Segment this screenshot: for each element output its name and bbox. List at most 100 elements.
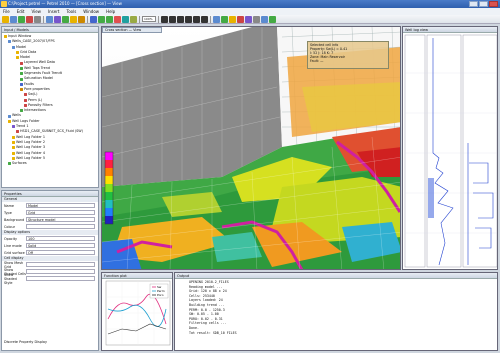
folder-icon <box>12 45 15 49</box>
folder-icon <box>12 156 15 160</box>
window-controls <box>469 1 498 7</box>
toolbar-tool-icon[interactable] <box>122 15 129 23</box>
property-value-field[interactable]: 100 <box>26 236 95 241</box>
3d-viewport[interactable]: Cross section — View Selected cell info … <box>101 26 401 270</box>
folder-icon <box>16 56 19 60</box>
toolbar-separator <box>158 15 159 23</box>
folder-icon <box>12 135 15 139</box>
colour-legend <box>104 151 114 225</box>
tree-item[interactable]: Surfaces <box>2 161 98 166</box>
property-value-field[interactable] <box>26 269 95 274</box>
property-label: Colour <box>4 224 16 229</box>
menu-item-edit[interactable]: Edit <box>17 8 25 15</box>
folder-icon <box>24 93 27 97</box>
menu-item-tools[interactable]: Tools <box>66 8 76 15</box>
property-value-field[interactable] <box>26 224 95 229</box>
tree-item-label: Intersections <box>24 108 46 113</box>
toolbar-tool-icon[interactable] <box>269 15 276 23</box>
menu-bar: File Edit View Insert Tools Window Help <box>0 8 500 15</box>
legend-label: Poro <box>157 293 164 297</box>
well-log-view[interactable]: Well log view <box>402 26 498 270</box>
toolbar-tool-icon[interactable] <box>26 15 33 23</box>
toolbar-tool-icon[interactable] <box>221 15 228 23</box>
maximize-button[interactable] <box>479 1 488 7</box>
folder-icon <box>12 146 15 150</box>
input-explorer-panel: Input / Models Input Window Wells_CASE_20… <box>1 26 99 188</box>
property-value-field[interactable]: Grid <box>26 210 95 215</box>
zoom-select[interactable]: 100% <box>142 16 156 22</box>
toolbar-tool-icon[interactable] <box>130 15 137 23</box>
property-label: Line mode <box>4 243 22 248</box>
toolbar-tool-icon[interactable] <box>18 15 25 23</box>
property-value-field[interactable]: Structure model <box>26 217 95 222</box>
toolbar-tool-icon[interactable] <box>177 15 184 23</box>
folder-icon <box>4 35 7 39</box>
toolbar-tool-icon[interactable] <box>46 15 53 23</box>
folder-icon <box>8 114 11 118</box>
menu-item-window[interactable]: Window <box>83 8 99 15</box>
viewport-tab[interactable]: Cross section — View <box>102 27 162 33</box>
toolbar-tool-icon[interactable] <box>261 15 268 23</box>
toolbar-tool-icon[interactable] <box>253 15 260 23</box>
toolbar-tool-icon[interactable] <box>161 15 168 23</box>
folder-icon <box>20 77 23 81</box>
properties-panel: Properties General Name Model Type Grid Backg… <box>1 190 99 351</box>
property-row: Grid surface Off <box>2 249 98 256</box>
toolbar-tool-icon[interactable] <box>213 15 220 23</box>
well-log-tracks[interactable] <box>403 33 498 269</box>
property-value-field[interactable]: Off <box>26 250 95 255</box>
toolbar-tool-icon[interactable] <box>34 15 41 23</box>
property-value-field[interactable] <box>26 262 95 267</box>
cell-info-box: Selected cell info Property: Sw(L) = 0.41… <box>307 41 389 69</box>
toolbar-tool-icon[interactable] <box>185 15 192 23</box>
toolbar-tool-icon[interactable] <box>62 15 69 23</box>
toolbar-tool-icon[interactable] <box>193 15 200 23</box>
menu-item-insert[interactable]: Insert <box>48 8 59 15</box>
toolbar-tool-icon[interactable] <box>54 15 61 23</box>
property-row: Show Shaded Style <box>2 273 98 285</box>
toolbar-tool-icon[interactable] <box>90 15 97 23</box>
output-console-panel: Output OPENING 2010.2_FILES Reading model… <box>174 272 498 351</box>
property-value-field[interactable]: Solid <box>26 243 95 248</box>
toolbar: 100% <box>0 15 500 24</box>
console-line: Tot result: SDB_10 FILES <box>189 330 237 335</box>
toolbar-tool-icon[interactable] <box>10 15 17 23</box>
property-value-field[interactable]: Model <box>26 203 95 208</box>
property-label: Background <box>4 217 25 222</box>
property-row: Name Model <box>2 202 98 209</box>
toolbar-tool-icon[interactable] <box>114 15 121 23</box>
minimize-button[interactable] <box>469 1 478 7</box>
close-button[interactable] <box>489 1 498 7</box>
toolbar-tool-icon[interactable] <box>70 15 77 23</box>
toolbar-tool-icon[interactable] <box>98 15 105 23</box>
toolbar-tool-icon[interactable] <box>245 15 252 23</box>
folder-icon <box>20 72 23 76</box>
property-value-field[interactable] <box>26 276 95 281</box>
folder-icon <box>20 88 23 92</box>
toolbar-tool-icon[interactable] <box>229 15 236 23</box>
folder-icon <box>20 82 23 86</box>
toolbar-tool-icon[interactable] <box>169 15 176 23</box>
property-label: Name <box>4 203 15 208</box>
explorer-tree: Input Window Wells_CASE_2007/07/FPS Model G… <box>2 33 98 166</box>
menu-item-help[interactable]: Help <box>106 8 115 15</box>
menu-item-view[interactable]: View <box>31 8 41 15</box>
property-label: Type <box>4 210 12 215</box>
menu-item-file[interactable]: File <box>3 8 10 15</box>
function-plot-panel[interactable]: Function plot Sw Perm Poro <box>101 272 173 351</box>
toolbar-tool-icon[interactable] <box>237 15 244 23</box>
function-plot[interactable]: SwPermPoro <box>102 279 174 351</box>
toolbar-tool-icon[interactable] <box>2 15 9 23</box>
folder-icon <box>8 162 11 166</box>
folder-icon <box>20 109 23 113</box>
toolbar-tool-icon[interactable] <box>201 15 208 23</box>
toolbar-tool-icon[interactable] <box>78 15 85 23</box>
property-row: Background Structure model <box>2 216 98 223</box>
property-row: Colour <box>2 223 98 230</box>
folder-icon <box>8 119 11 123</box>
cell-info-line: Fault: — <box>310 59 324 63</box>
toolbar-tool-icon[interactable] <box>106 15 113 23</box>
folder-icon <box>12 141 15 145</box>
folder-icon <box>20 66 23 70</box>
folder-icon <box>24 104 27 107</box>
